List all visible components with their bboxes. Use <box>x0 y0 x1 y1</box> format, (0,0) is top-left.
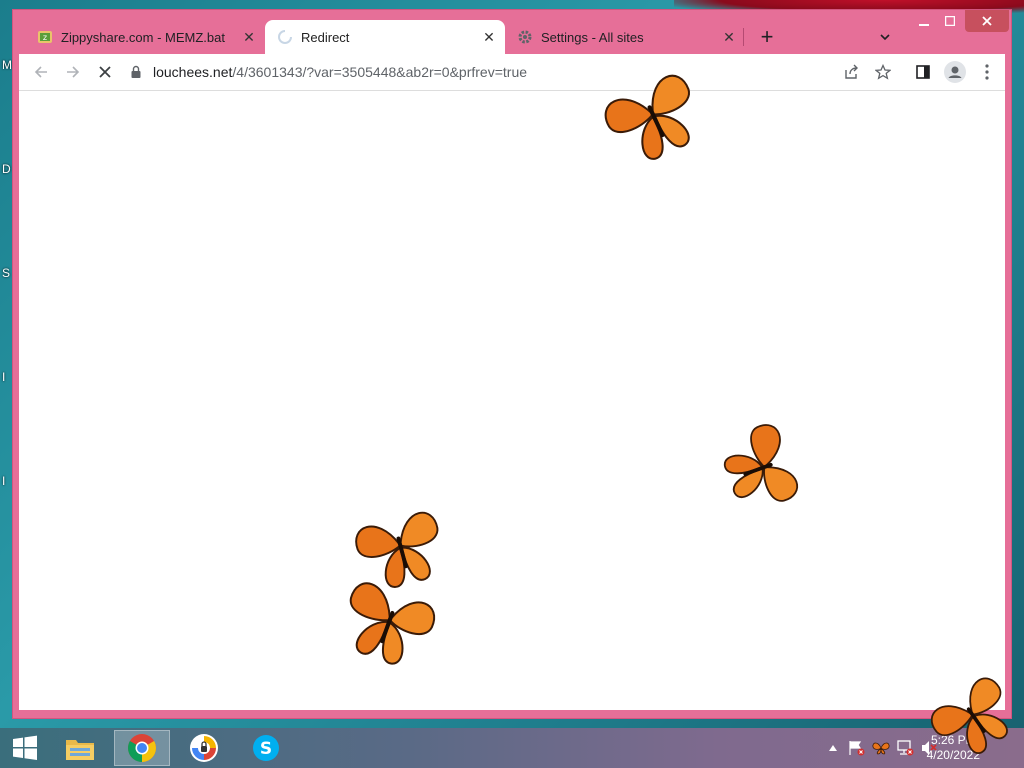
network-tray[interactable] <box>894 728 916 768</box>
share-button[interactable] <box>837 58 865 86</box>
loading-spinner-icon <box>277 29 293 45</box>
plus-icon: + <box>760 24 774 49</box>
butterfly-icon <box>723 424 799 502</box>
butterfly-tray[interactable] <box>870 728 892 768</box>
close-icon[interactable]: ✕ <box>479 27 499 47</box>
close-window-button[interactable] <box>965 10 1009 32</box>
network-icon <box>897 740 914 756</box>
menu-button[interactable] <box>973 58 1001 86</box>
address-bar[interactable]: louchees.net/4/3601343/?var=3505448&ab2r… <box>127 58 927 86</box>
windows-logo-icon <box>13 735 37 760</box>
back-button[interactable] <box>27 58 55 86</box>
gear-icon <box>517 29 533 45</box>
start-button[interactable] <box>0 730 50 766</box>
taskbar-chrome[interactable] <box>114 730 170 766</box>
desktop-icon-label[interactable]: M <box>2 58 12 72</box>
share-icon <box>845 64 858 79</box>
url-path: /4/3601343/?var=3505448&ab2r=0&prfrev=tr… <box>232 64 528 80</box>
side-panel-button[interactable] <box>909 58 937 86</box>
flag-icon <box>849 741 865 756</box>
forward-button[interactable] <box>59 58 87 86</box>
chevron-down-icon <box>880 34 890 41</box>
lock-icon <box>131 65 141 78</box>
profile-button[interactable] <box>941 58 969 86</box>
butterfly-icon <box>350 582 435 665</box>
browser-toolbar: louchees.net/4/3601343/?var=3505448&ab2r… <box>19 54 1005 90</box>
browser-window: z Zippyshare.com - MEMZ.bat ✕ Redirect ✕… <box>12 9 1012 719</box>
close-icon <box>982 16 992 26</box>
butterfly-icon <box>604 74 690 160</box>
taskbar-security-app[interactable] <box>176 730 232 766</box>
desktop-icon-label[interactable]: I <box>2 370 5 384</box>
minimize-button[interactable] <box>911 10 937 32</box>
tab-settings[interactable]: Settings - All sites ✕ <box>505 20 745 54</box>
tab-redirect[interactable]: Redirect ✕ <box>265 20 505 54</box>
svg-text:S: S <box>260 739 272 759</box>
bookmark-button[interactable] <box>869 58 897 86</box>
taskbar-file-explorer[interactable] <box>52 730 108 766</box>
tab-title: Zippyshare.com - MEMZ.bat <box>61 29 225 45</box>
arrow-right-icon <box>67 66 80 78</box>
tab-zippyshare[interactable]: z Zippyshare.com - MEMZ.bat ✕ <box>25 20 265 54</box>
chrome-icon <box>128 734 156 762</box>
show-hidden-icons-button[interactable] <box>826 728 840 768</box>
kebab-menu-icon <box>985 64 989 80</box>
tab-search-button[interactable] <box>873 20 897 54</box>
desktop-icon-label[interactable]: I <box>2 474 5 488</box>
svg-text:z: z <box>43 33 47 42</box>
maximize-button[interactable] <box>937 10 963 32</box>
arrow-left-icon <box>34 66 47 78</box>
file-explorer-icon <box>66 740 94 760</box>
skype-icon: S <box>253 735 279 761</box>
url-host: louchees.net <box>153 64 233 80</box>
close-icon <box>99 66 111 78</box>
zippyshare-icon: z <box>37 29 53 45</box>
desktop-icon-label[interactable]: S <box>2 266 10 280</box>
security-shield-icon <box>190 734 218 762</box>
star-icon <box>875 64 891 80</box>
minimize-icon <box>919 24 929 26</box>
butterfly-icon <box>930 677 1008 754</box>
close-icon[interactable]: ✕ <box>239 27 259 47</box>
url-text: louchees.net/4/3601343/?var=3505448&ab2r… <box>153 64 527 80</box>
stop-loading-button[interactable] <box>91 58 119 86</box>
taskbar-skype[interactable]: S <box>238 730 294 766</box>
page-content <box>19 90 1005 710</box>
butterfly-icon <box>872 742 890 755</box>
new-tab-button[interactable]: + <box>753 20 781 54</box>
action-center-flag[interactable] <box>846 728 868 768</box>
avatar-icon <box>944 61 966 83</box>
close-icon[interactable]: ✕ <box>719 27 739 47</box>
tab-strip: z Zippyshare.com - MEMZ.bat ✕ Redirect ✕… <box>13 10 1011 54</box>
chevron-up-icon <box>829 745 837 751</box>
tab-separator <box>743 28 744 46</box>
desktop-icon-label[interactable]: D <box>2 162 11 176</box>
taskbar: S 5:26 PM 4/20/2022 <box>0 728 1024 768</box>
side-panel-icon <box>916 65 930 79</box>
tab-title: Redirect <box>301 29 350 45</box>
tab-title: Settings - All sites <box>541 29 644 45</box>
maximize-icon <box>945 16 955 26</box>
